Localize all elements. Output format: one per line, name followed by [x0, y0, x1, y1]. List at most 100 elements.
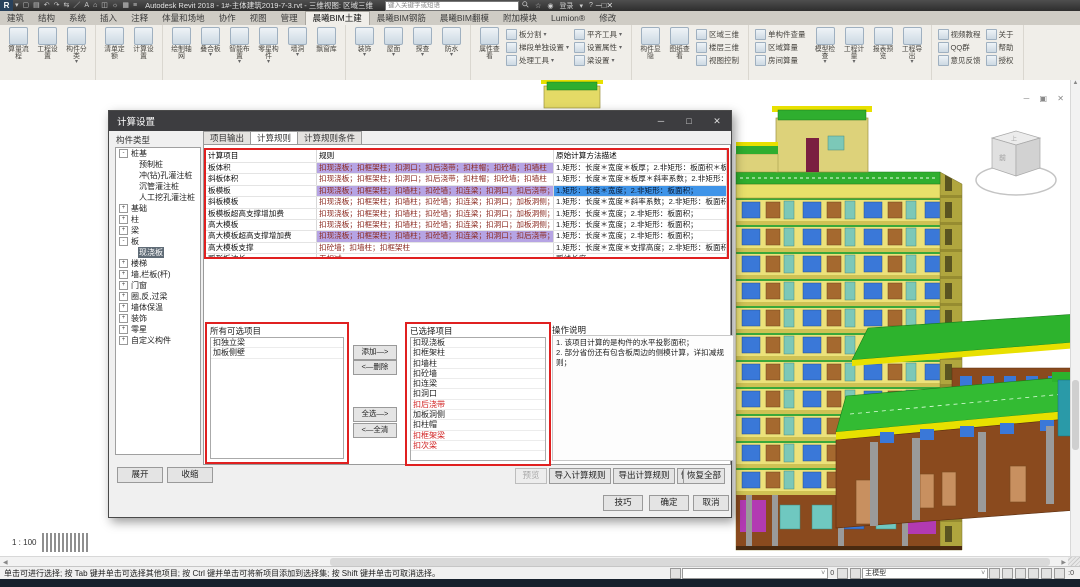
ribbon-button-智能布置[interactable]: 智能布置▾: [226, 27, 253, 65]
tree-item-圈,反,过梁[interactable]: +圈,反,过梁: [116, 291, 200, 302]
show-crop-icon[interactable]: [46, 533, 48, 552]
ribbon-button-零星构件[interactable]: 零星构件▾: [255, 27, 282, 65]
temporary-properties-icon[interactable]: [74, 533, 76, 552]
signin-avatar-icon[interactable]: ◉: [544, 2, 556, 10]
ribbon-tab-结构[interactable]: 结构: [31, 11, 62, 25]
selected-item-扣框架梁[interactable]: 扣框架梁: [411, 431, 545, 441]
ribbon-button-区域算量[interactable]: 区域算量: [755, 41, 811, 54]
detail-level-icon[interactable]: [62, 533, 64, 552]
ribbon-button-工程导出[interactable]: 工程导出▾: [899, 27, 926, 65]
expand-icon[interactable]: +: [119, 336, 128, 345]
expand-icon[interactable]: +: [119, 303, 128, 312]
ribbon-tab-管理[interactable]: 管理: [274, 11, 305, 25]
select-pinned-icon[interactable]: [1015, 568, 1026, 579]
tree-item-冲(钻)孔灌注桩[interactable]: 冲(钻)孔灌注桩: [116, 170, 200, 181]
expand-icon[interactable]: +: [119, 215, 128, 224]
table-row[interactable]: 斜板体积扣现浇板；扣框架柱；扣洞口；扣后浇带；扣柱帽；扣砼墙；扣墙柱1.矩形：长…: [206, 174, 727, 185]
expand-icon[interactable]: +: [119, 270, 128, 279]
table-row[interactable]: 板模板超高支撑增加费扣现浇板；扣框架柱；扣墙柱；扣砼墙；扣连梁；扣洞口；加板洞侧…: [206, 209, 727, 220]
dialog-tab-计算规则条件[interactable]: 计算规则条件: [297, 131, 362, 145]
expand-icon[interactable]: +: [119, 281, 128, 290]
ribbon-button-清单定额[interactable]: 清单定额: [101, 27, 128, 60]
ribbon-tab-视图[interactable]: 视图: [243, 11, 274, 25]
ribbon-button-属性查看[interactable]: 属性查看: [476, 27, 503, 60]
ribbon-button-构件分类[interactable]: 构件分类▾: [63, 27, 90, 65]
ribbon-button-防水[interactable]: 防水▾: [438, 27, 465, 58]
table-row[interactable]: 弧形板边长无扣减弧线长度: [206, 254, 727, 259]
rules-table[interactable]: 计算项目规则原始计算方法描述板体积扣现浇板；扣框架柱；扣洞口；扣后浇带；扣柱帽；…: [204, 148, 729, 259]
dialog-maximize-button[interactable]: □: [675, 111, 703, 131]
restore-all-button[interactable]: 恢复全部: [683, 468, 725, 484]
dialog-close-button[interactable]: ✕: [703, 111, 731, 131]
add-button[interactable]: 添加—>: [353, 345, 397, 360]
tree-item-现浇板[interactable]: 现浇板: [116, 247, 200, 258]
expand-icon[interactable]: +: [119, 204, 128, 213]
app-menu-icon[interactable]: ▾: [13, 2, 21, 9]
select-by-face-icon[interactable]: [1028, 568, 1039, 579]
app-button[interactable]: R: [0, 0, 13, 11]
tree-item-门窗[interactable]: +门窗: [116, 280, 200, 291]
ribbon-tab-建筑[interactable]: 建筑: [0, 11, 31, 25]
ribbon-button-关于[interactable]: 关于: [986, 28, 1019, 41]
worksets-icon[interactable]: [82, 533, 84, 552]
tree-item-楼梯[interactable]: +楼梯: [116, 258, 200, 269]
view-window-controls[interactable]: ─ ▣ ✕: [1024, 94, 1068, 103]
tree-item-零星[interactable]: +零星: [116, 324, 200, 335]
expand-icon[interactable]: +: [119, 259, 128, 268]
temporary-hide-icon[interactable]: [66, 533, 68, 552]
shadows-icon[interactable]: [50, 533, 52, 552]
cancel-button[interactable]: 取消: [693, 495, 729, 511]
tree-item-墙体保温[interactable]: +墙体保温: [116, 302, 200, 313]
expand-icon[interactable]: +: [119, 314, 128, 323]
customize-icon[interactable]: ≡: [131, 2, 139, 9]
ribbon-button-楼层三维[interactable]: 楼层三维: [696, 41, 744, 54]
ribbon-tab-晨曦BIM土建[interactable]: 晨曦BIM土建: [305, 11, 370, 25]
edit-requests-icon[interactable]: [850, 568, 861, 579]
tips-button[interactable]: 技巧: [603, 495, 643, 511]
ribbon-button-视图控制[interactable]: 视图控制: [696, 54, 744, 67]
ribbon-button-墙洞[interactable]: 墙洞▾: [284, 27, 311, 58]
table-row[interactable]: 高大模板扣现浇板；扣框架柱；扣墙柱；扣砼墙；扣连梁；扣洞口；加板洞侧；...1.…: [206, 220, 727, 231]
tree-item-装饰[interactable]: +装饰: [116, 313, 200, 324]
close-button[interactable]: ✕: [606, 1, 613, 10]
ribbon-tab-系统[interactable]: 系统: [62, 11, 93, 25]
ribbon-tab-体量和场地[interactable]: 体量和场地: [155, 11, 212, 25]
tree-item-人工挖孔灌注桩[interactable]: 人工挖孔灌注桩: [116, 192, 200, 203]
help-icon[interactable]: ?: [586, 2, 596, 9]
collapse-icon[interactable]: -: [119, 237, 128, 246]
select-underlay-icon[interactable]: [1002, 568, 1013, 579]
reveal-hidden-icon[interactable]: [70, 533, 72, 552]
table-row[interactable]: 高大模板超高支撑增加费扣现浇板；扣框架柱；扣墙柱；扣砼墙；扣连梁；扣洞口；扣后浇…: [206, 231, 727, 242]
search-input[interactable]: 键入关键字或短语: [385, 1, 519, 11]
collapse-button[interactable]: 收缩: [167, 467, 213, 483]
worksharing-display-icon[interactable]: [837, 568, 848, 579]
save-icon[interactable]: ▤: [31, 2, 42, 9]
tree-item-桩基[interactable]: -桩基: [116, 148, 200, 159]
ribbon-tab-附加模块[interactable]: 附加模块: [496, 11, 544, 25]
undo-icon[interactable]: ↶: [42, 2, 52, 9]
ribbon-button-QQ群[interactable]: QQ群: [938, 41, 986, 54]
dialog-tab-计算规则[interactable]: 计算规则: [250, 131, 297, 145]
ribbon-tab-晨曦BIM翻模[interactable]: 晨曦BIM翻模: [433, 11, 496, 25]
ribbon-button-飘窗库[interactable]: 飘窗库: [313, 27, 340, 53]
ribbon-button-处理工具[interactable]: 处理工具▾: [506, 54, 574, 67]
filter-icon[interactable]: [1054, 568, 1065, 579]
ribbon-button-单构件查量[interactable]: 单构件查量: [755, 28, 811, 41]
tree-item-板[interactable]: -板: [116, 236, 200, 247]
thin-lines-icon[interactable]: ▦: [120, 2, 131, 9]
ribbon-tab-晨曦BIM钢筋[interactable]: 晨曦BIM钢筋: [370, 11, 433, 25]
ribbon-button-叠合板[interactable]: 叠合板▾: [197, 27, 224, 58]
selected-item-扣砼墙[interactable]: 扣砼墙: [411, 369, 545, 379]
expand-icon[interactable]: +: [119, 292, 128, 301]
ribbon-button-算量流程[interactable]: 算量流程: [5, 27, 32, 60]
table-row[interactable]: 斜板模板扣现浇板；扣框架柱；扣墙柱；扣砼墙；扣连梁；扣洞口；加板洞侧；...1.…: [206, 197, 727, 208]
redo-icon[interactable]: ↷: [52, 2, 62, 9]
ribbon-button-板分割[interactable]: 板分割▾: [506, 28, 574, 41]
component-tree[interactable]: -桩基预制桩冲(钻)孔灌注桩沉管灌注桩人工挖孔灌注桩+基础+柱+梁-板现浇板+楼…: [115, 147, 201, 455]
ribbon-button-绘制轴网[interactable]: 绘制轴网: [168, 27, 195, 60]
tree-item-基础[interactable]: +基础: [116, 203, 200, 214]
sign-in-label[interactable]: 登录: [556, 1, 576, 11]
import-rules-button[interactable]: 导入计算规则: [549, 468, 611, 484]
ribbon-button-工程计量[interactable]: 工程计量▾: [841, 27, 868, 65]
open-icon[interactable]: ▢: [21, 2, 32, 9]
